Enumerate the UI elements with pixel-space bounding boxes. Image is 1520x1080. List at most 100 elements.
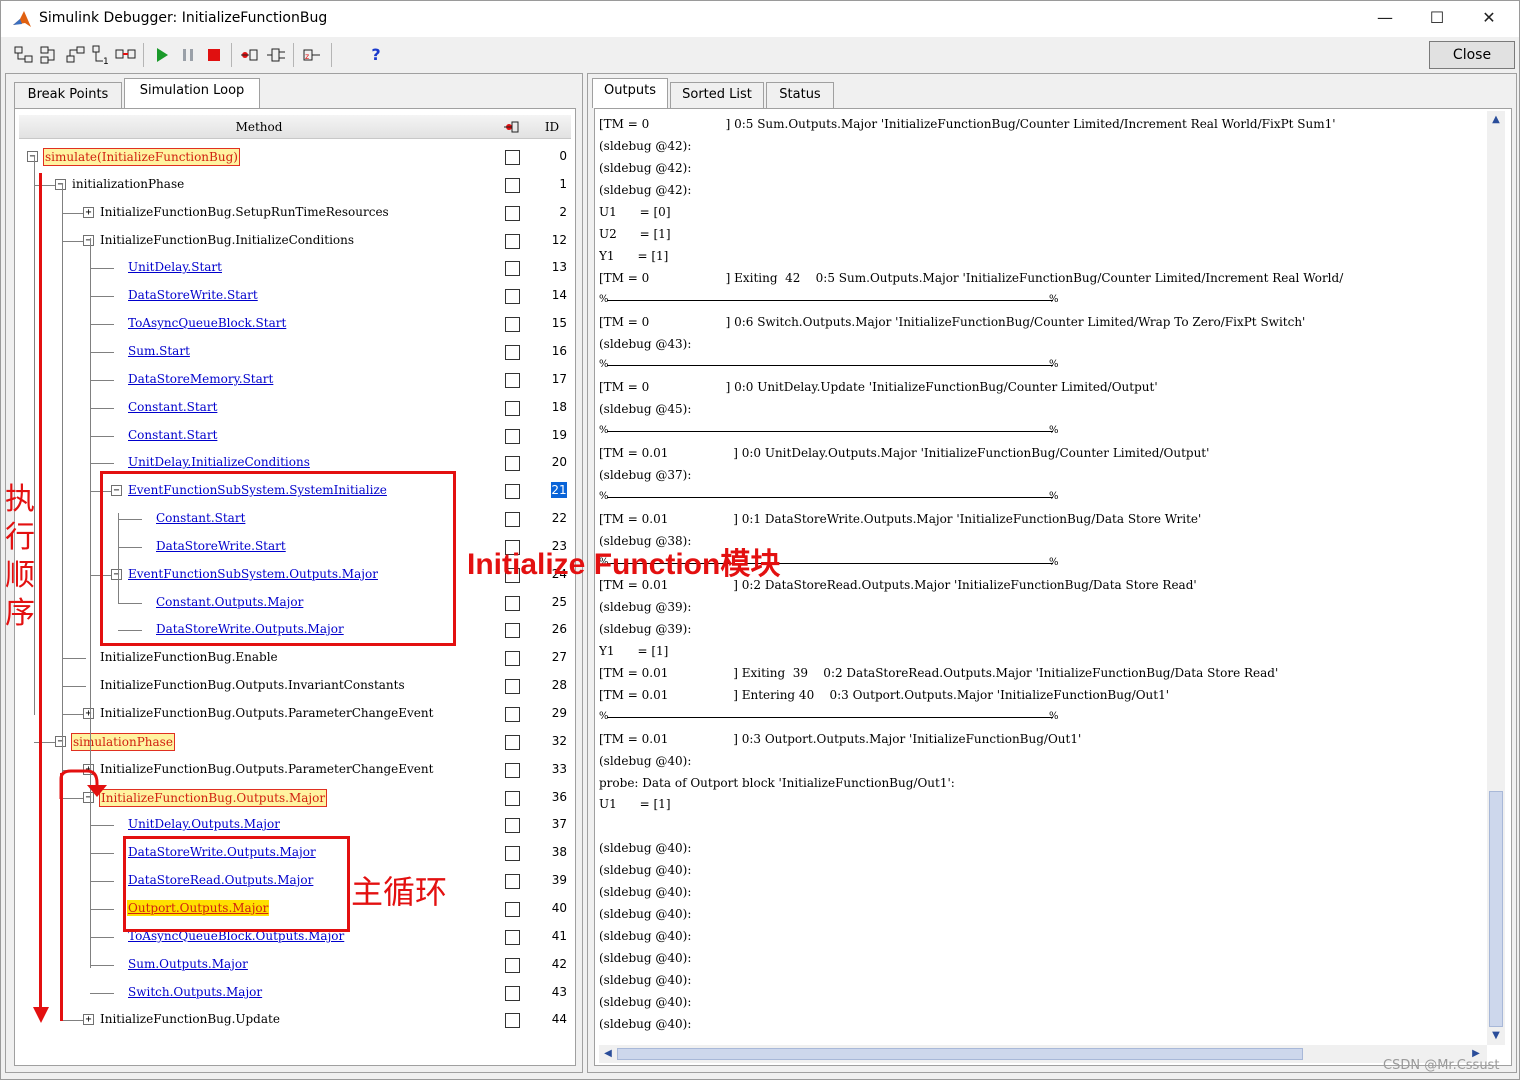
- expand-icon[interactable]: +: [83, 708, 94, 719]
- tree-row[interactable]: Constant.Start 19: [19, 422, 571, 450]
- display-io-icon[interactable]: [265, 44, 287, 66]
- scroll-left-icon[interactable]: ◀: [601, 1047, 615, 1061]
- breakpoint-checkbox[interactable]: [505, 707, 520, 722]
- tree-row[interactable]: DataStoreWrite.Start 14: [19, 282, 571, 310]
- tree-node-label[interactable]: DataStoreMemory.Start: [127, 371, 274, 387]
- tree-row[interactable]: Switch.Outputs.Major 43: [19, 979, 571, 1007]
- tree-row[interactable]: − simulationPhase 32: [19, 728, 571, 756]
- breakpoint-checkbox[interactable]: [505, 901, 520, 917]
- tree-node-label[interactable]: DataStoreWrite.Start: [127, 287, 259, 303]
- breakpoint-checkbox[interactable]: [505, 818, 520, 834]
- breakpoint-icon[interactable]: [239, 44, 261, 66]
- breakpoint-checkbox[interactable]: [505, 595, 520, 611]
- breakpoint-checkbox[interactable]: [505, 317, 520, 333]
- breakpoint-checkbox[interactable]: [505, 150, 520, 165]
- breakpoint-checkbox[interactable]: [505, 734, 520, 750]
- collapse-icon[interactable]: −: [55, 735, 66, 747]
- tab-status[interactable]: Status: [766, 82, 834, 108]
- breakpoint-checkbox[interactable]: [505, 929, 520, 945]
- tree-node-label[interactable]: simulationPhase: [71, 732, 175, 751]
- tree-row[interactable]: Sum.Outputs.Major 42: [19, 951, 571, 979]
- tree-node-label[interactable]: InitializeFunctionBug.Outputs.Major: [99, 788, 328, 807]
- breakpoint-checkbox[interactable]: [505, 289, 520, 305]
- breakpoint-checkbox[interactable]: [505, 233, 520, 249]
- stop-icon[interactable]: [203, 44, 225, 66]
- step-into-icon[interactable]: [13, 44, 35, 66]
- tree-node-label[interactable]: Switch.Outputs.Major: [127, 984, 263, 1000]
- tree-row[interactable]: InitializeFunctionBug.Enable 27: [19, 644, 571, 672]
- collapse-icon[interactable]: −: [27, 151, 38, 162]
- breakpoint-checkbox[interactable]: [505, 623, 520, 639]
- tree-row[interactable]: Constant.Start 18: [19, 394, 571, 422]
- tree-row[interactable]: + InitializeFunctionBug.Outputs.Parameter…: [19, 700, 571, 728]
- tree-row[interactable]: InitializeFunctionBug.Outputs.InvariantC…: [19, 672, 571, 700]
- breakpoint-checkbox[interactable]: [505, 874, 520, 890]
- tree-row[interactable]: ToAsyncQueueBlock.Start 15: [19, 310, 571, 338]
- breakpoint-checkbox[interactable]: [505, 177, 520, 193]
- breakpoint-checkbox[interactable]: [505, 400, 520, 416]
- scroll-up-icon[interactable]: ▲: [1489, 113, 1503, 127]
- tree-node-label[interactable]: InitializeFunctionBug.SetupRunTimeResour…: [99, 204, 390, 220]
- breakpoint-checkbox[interactable]: [505, 456, 520, 472]
- tree-node-label[interactable]: simulate(InitializeFunctionBug): [43, 148, 240, 166]
- breakpoint-checkbox[interactable]: [505, 651, 520, 667]
- method-column-header[interactable]: Method: [19, 115, 499, 139]
- tree-node-label[interactable]: Constant.Start: [127, 399, 218, 415]
- maximize-button[interactable]: ☐: [1411, 1, 1463, 37]
- tree-node-label[interactable]: UnitDelay.Outputs.Major: [127, 816, 281, 832]
- collapse-icon[interactable]: −: [83, 234, 94, 246]
- tree-node-label[interactable]: InitializeFunctionBug.InitializeConditio…: [99, 232, 355, 248]
- breakpoint-checkbox[interactable]: [505, 372, 520, 388]
- algebraic-loop-icon[interactable]: z: [301, 44, 323, 66]
- collapse-icon[interactable]: −: [55, 178, 66, 190]
- window-close-button[interactable]: ✕: [1463, 1, 1515, 37]
- breakpoint-checkbox[interactable]: [505, 790, 520, 806]
- tree-node-label[interactable]: UnitDelay.Start: [127, 259, 223, 275]
- horizontal-scrollbar[interactable]: ◀ ▶: [599, 1045, 1487, 1063]
- help-icon[interactable]: ?: [365, 44, 387, 66]
- tree-row[interactable]: Sum.Start 16: [19, 338, 571, 366]
- tree-row[interactable]: + InitializeFunctionBug.Update 44: [19, 1006, 571, 1034]
- breakpoint-checkbox[interactable]: [505, 985, 520, 1001]
- expand-icon[interactable]: +: [83, 206, 94, 218]
- breakpoint-checkbox[interactable]: [505, 344, 520, 360]
- breakpoint-checkbox[interactable]: [505, 679, 520, 695]
- tree-node-label[interactable]: InitializeFunctionBug.Enable: [99, 649, 279, 665]
- tree-row[interactable]: UnitDelay.Start 13: [19, 254, 571, 282]
- tree-row[interactable]: + InitializeFunctionBug.SetupRunTimeResou…: [19, 199, 571, 227]
- pause-icon[interactable]: [177, 44, 199, 66]
- tree-node-label[interactable]: Constant.Start: [127, 427, 218, 443]
- tree-node-label[interactable]: Sum.Outputs.Major: [127, 956, 249, 972]
- tree-row[interactable]: DataStoreMemory.Start 17: [19, 366, 571, 394]
- breakpoint-checkbox[interactable]: [505, 957, 520, 973]
- tree-node-label[interactable]: InitializeFunctionBug.Outputs.ParameterC…: [99, 761, 434, 777]
- vertical-scroll-thumb[interactable]: [1489, 791, 1503, 1027]
- close-button[interactable]: Close: [1429, 41, 1515, 69]
- horizontal-scroll-thumb[interactable]: [617, 1048, 1303, 1060]
- breakpoint-checkbox[interactable]: [505, 1013, 520, 1029]
- breakpoint-checkbox[interactable]: [505, 846, 520, 862]
- breakpoint-checkbox[interactable]: [505, 484, 520, 500]
- tree-row[interactable]: − InitializeFunctionBug.InitializeConditi…: [19, 227, 571, 255]
- scroll-down-icon[interactable]: ▼: [1489, 1029, 1503, 1043]
- tree-node-label[interactable]: UnitDelay.InitializeConditions: [127, 454, 311, 470]
- minimize-button[interactable]: —: [1359, 1, 1411, 37]
- step-out-icon[interactable]: [65, 44, 87, 66]
- tree-row[interactable]: − initializationPhase 1: [19, 171, 571, 199]
- step-block-icon[interactable]: [115, 44, 137, 66]
- tab-sorted-list[interactable]: Sorted List: [670, 82, 764, 108]
- tree-row[interactable]: − simulate(InitializeFunctionBug) 0: [19, 143, 571, 171]
- breakpoint-checkbox[interactable]: [505, 205, 520, 221]
- expand-icon[interactable]: +: [83, 1014, 94, 1026]
- breakpoint-checkbox[interactable]: [505, 428, 520, 444]
- tab-outputs[interactable]: Outputs: [592, 78, 668, 108]
- step-top-icon[interactable]: 1: [91, 44, 113, 66]
- start-icon[interactable]: [151, 44, 173, 66]
- tab-simulation-loop[interactable]: Simulation Loop: [124, 78, 260, 108]
- breakpoint-checkbox[interactable]: [505, 261, 520, 277]
- tree-node-label[interactable]: InitializeFunctionBug.Outputs.ParameterC…: [99, 705, 434, 721]
- vertical-scrollbar[interactable]: ▲ ▼: [1487, 111, 1505, 1045]
- breakpoint-checkbox[interactable]: [505, 762, 520, 778]
- breakpoint-checkbox[interactable]: [505, 512, 520, 528]
- tab-break-points[interactable]: Break Points: [14, 82, 122, 108]
